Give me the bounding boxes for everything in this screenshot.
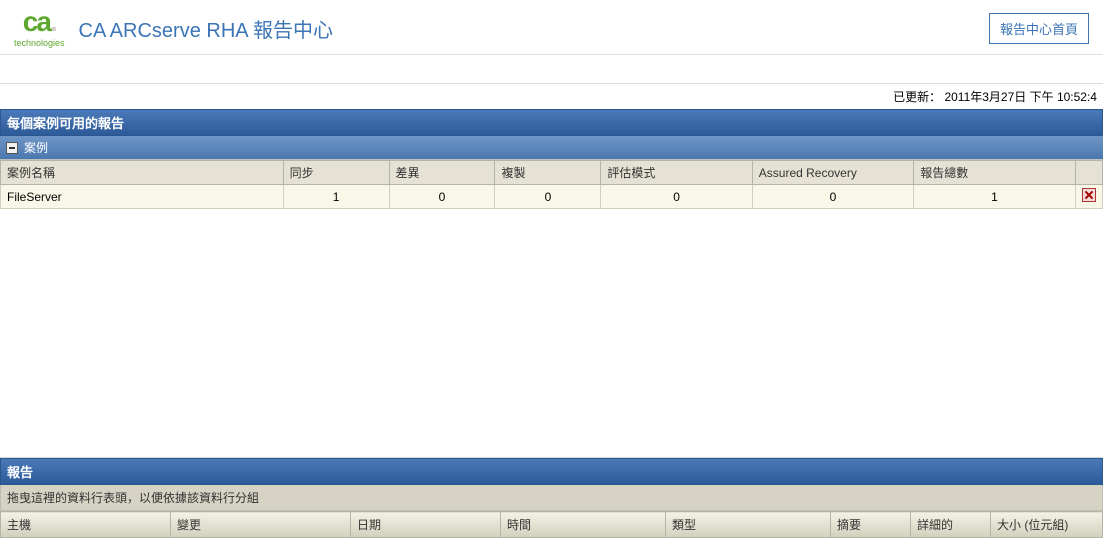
drag-group-hint[interactable]: 拖曳這裡的資料行表頭，以便依據該資料行分組: [0, 485, 1103, 511]
report-center-home-button[interactable]: 報告中心首頁: [989, 13, 1089, 44]
brand-logo: ca. technologies: [14, 8, 65, 48]
cell-action: [1075, 185, 1102, 209]
collapse-icon[interactable]: [6, 142, 18, 154]
cell-assess: 0: [601, 185, 752, 209]
updated-value: 2011年3月27日 下午 10:52:4: [944, 90, 1097, 104]
app-header: ca. technologies CA ARCserve RHA 報告中心 報告…: [0, 0, 1103, 55]
scenarios-table: 案例名稱 同步 差異 複製 評估模式 Assured Recovery 報告總數…: [0, 160, 1103, 209]
col-action: [1075, 161, 1102, 185]
col-ar[interactable]: Assured Recovery: [752, 161, 913, 185]
reports-section: 報告 拖曳這裡的資料行表頭，以便依據該資料行分組 主機 變更 日期 時間 類型 …: [0, 457, 1103, 538]
reports-section-title: 報告: [0, 458, 1103, 485]
col-summary[interactable]: 摘要: [831, 512, 911, 538]
scenarios-section-title: 每個案例可用的報告: [0, 109, 1103, 136]
cell-diff: 0: [389, 185, 495, 209]
cell-sync: 1: [283, 185, 389, 209]
col-replicate[interactable]: 複製: [495, 161, 601, 185]
col-sync[interactable]: 同步: [283, 161, 389, 185]
cell-ar: 0: [752, 185, 913, 209]
col-total[interactable]: 報告總數: [914, 161, 1075, 185]
app-title: CA ARCserve RHA 報告中心: [79, 14, 334, 43]
cell-total: 1: [914, 185, 1075, 209]
col-change[interactable]: 變更: [171, 512, 351, 538]
col-time[interactable]: 時間: [501, 512, 666, 538]
delete-icon[interactable]: [1082, 188, 1096, 202]
scenarios-group-label: 案例: [24, 139, 48, 156]
col-size[interactable]: 大小 (位元組): [991, 512, 1103, 538]
last-updated-bar: 已更新： 2011年3月27日 下午 10:52:4: [0, 83, 1103, 109]
col-assess[interactable]: 評估模式: [601, 161, 752, 185]
col-host[interactable]: 主機: [1, 512, 171, 538]
col-type[interactable]: 類型: [666, 512, 831, 538]
col-detail[interactable]: 詳細的: [911, 512, 991, 538]
scenarios-group-bar: 案例: [0, 136, 1103, 160]
table-row[interactable]: FileServer 1 0 0 0 0 1: [1, 185, 1103, 209]
updated-label: 已更新：: [893, 90, 941, 104]
col-date[interactable]: 日期: [351, 512, 501, 538]
col-diff[interactable]: 差異: [389, 161, 495, 185]
reports-columns: 主機 變更 日期 時間 類型 摘要 詳細的 大小 (位元組): [0, 511, 1103, 538]
logo-subtext: technologies: [14, 38, 65, 48]
cell-replicate: 0: [495, 185, 601, 209]
scenarios-body-space: [0, 209, 1103, 439]
col-name[interactable]: 案例名稱: [1, 161, 284, 185]
header-left: ca. technologies CA ARCserve RHA 報告中心: [14, 8, 333, 48]
cell-name: FileServer: [1, 185, 284, 209]
logo-text: ca.: [23, 8, 56, 36]
